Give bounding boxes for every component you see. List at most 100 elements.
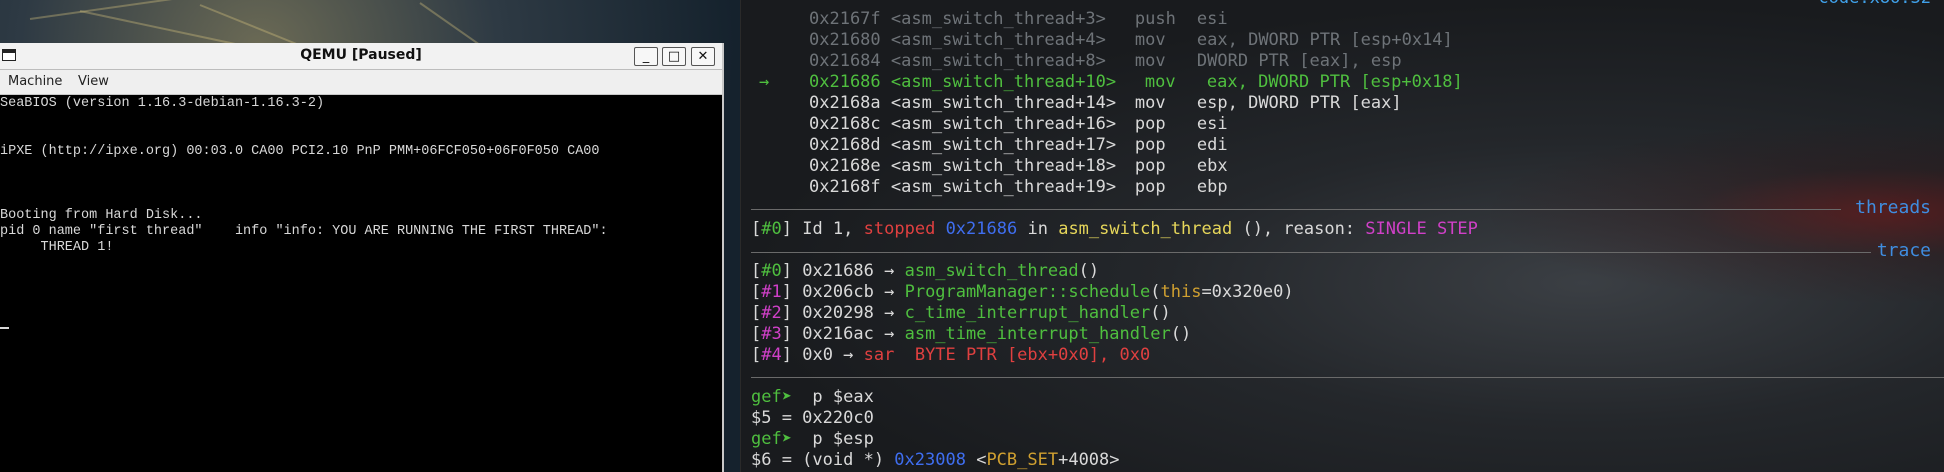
frame-args-close: ) xyxy=(1180,324,1192,344)
frame-addr: 0x206cb xyxy=(802,282,874,302)
frame-args-close: ) xyxy=(1283,282,1294,302)
code-symbol: <asm_switch_thread+14> xyxy=(890,93,1117,113)
thread-id-line: THREAD 1! xyxy=(0,240,114,255)
minimize-button[interactable]: _ xyxy=(634,47,658,66)
frame-index: #0 xyxy=(761,261,782,281)
frame-bracket-close: ] xyxy=(781,345,803,365)
trace-section-label: trace xyxy=(1876,240,1931,261)
frame-args-close: ) xyxy=(1160,303,1171,323)
code-opcode: mov xyxy=(1134,30,1166,50)
frame-bracket-open: [ xyxy=(751,324,762,344)
code-operands: esp, DWORD PTR [eax] xyxy=(1196,93,1402,113)
output-symbol: PCB_SET xyxy=(986,450,1059,470)
trace-divider xyxy=(751,252,1871,253)
frame-args-open: ( xyxy=(1150,282,1161,302)
code-line: 0x2168c <asm_switch_thread+16> pop esi xyxy=(759,114,1228,135)
frame-arrow: → xyxy=(873,261,905,281)
code-operands: eax, DWORD PTR [esp+0x14] xyxy=(1196,30,1453,50)
frame-bracket-open: [ xyxy=(751,303,762,323)
code-line: 0x21684 <asm_switch_thread+8> mov DWORD PT… xyxy=(759,51,1402,72)
qemu-title: QEMU [Paused] xyxy=(300,47,422,63)
frame-args-open: ( xyxy=(1078,261,1089,281)
frame-bracket-close: ] xyxy=(781,282,803,302)
frame-function: asm_switch_thread xyxy=(904,261,1079,281)
vm-display[interactable]: SeaBIOS (version 1.16.3-debian-1.16.3-2)… xyxy=(0,95,720,472)
code-symbol: <asm_switch_thread+16> xyxy=(890,114,1117,134)
trace-frame: [#4] 0x0 → sar BYTE PTR [ebx+0x0], 0x0 xyxy=(751,345,1150,366)
code-symbol: <asm_switch_thread+3> xyxy=(890,9,1106,29)
menu-view[interactable]: View xyxy=(78,74,109,89)
code-symbol: <asm_switch_thread+8> xyxy=(890,51,1106,71)
code-opcode: mov xyxy=(1134,51,1166,71)
code-line: 0x2168a <asm_switch_thread+14> mov esp, DW… xyxy=(759,93,1402,114)
qemu-menubar: Machine View xyxy=(0,70,722,95)
thread-in: in xyxy=(1027,219,1048,239)
frame-bracket-open: [ xyxy=(751,345,762,365)
code-addr: 0x2168d xyxy=(809,135,881,155)
code-line: 0x2168f <asm_switch_thread+19> pop ebp xyxy=(759,177,1228,198)
current-line-arrow: → xyxy=(759,72,770,92)
code-opcode: pop xyxy=(1134,156,1166,176)
frame-index: #2 xyxy=(761,303,782,323)
frame-addr: 0x216ac xyxy=(802,324,874,344)
frame-arrow: → xyxy=(873,303,905,323)
thread-index: #0 xyxy=(761,219,782,239)
code-symbol: <asm_switch_thread+19> xyxy=(890,177,1117,197)
code-addr: 0x21680 xyxy=(809,30,881,50)
ipxe-line: iPXE (http://ipxe.org) 00:03.0 CA00 PCI2… xyxy=(0,144,600,159)
close-button[interactable]: ✕ xyxy=(691,47,715,66)
code-addr: 0x21686 xyxy=(809,72,881,92)
qemu-titlebar[interactable]: QEMU [Paused] _ □ ✕ xyxy=(0,43,722,70)
frame-args-open: ( xyxy=(1170,324,1181,344)
code-operands: eax, DWORD PTR [esp+0x18] xyxy=(1206,72,1463,92)
output-sym-open: < xyxy=(965,450,987,470)
code-symbol: <asm_switch_thread+18> xyxy=(890,156,1117,176)
code-symbol: <asm_switch_thread+17> xyxy=(890,135,1117,155)
code-operands: esi xyxy=(1196,114,1228,134)
output-line-2: $6 = (void *) 0x23008 <PCB_SET+4008> xyxy=(751,450,1120,471)
frame-index: #3 xyxy=(761,324,782,344)
frame-bracket-close: ] xyxy=(781,324,803,344)
frame-index: #4 xyxy=(761,345,782,365)
code-symbol: <asm_switch_thread+4> xyxy=(890,30,1106,50)
code-operands: DWORD PTR [eax], esp xyxy=(1196,51,1402,71)
maximize-button[interactable]: □ xyxy=(662,47,686,66)
boot-line: Booting from Hard Disk... xyxy=(0,208,203,223)
thread-func: asm_switch_thread xyxy=(1058,219,1233,239)
code-opcode: mov xyxy=(1144,72,1176,92)
frame-index: #1 xyxy=(761,282,782,302)
frame-function: c_time_interrupt_handler xyxy=(904,303,1151,323)
code-opcode: push xyxy=(1134,9,1176,29)
code-opcode: pop xyxy=(1134,114,1166,134)
frame-bracket-open: [ xyxy=(751,261,762,281)
trace-frame: [#0] 0x21686 → asm_switch_thread() xyxy=(751,261,1099,282)
frame-addr: 0x0 xyxy=(802,345,833,365)
frame-arg-name: this xyxy=(1160,282,1202,302)
threads-section-label: threads xyxy=(1855,197,1931,218)
code-line: 0x2168d <asm_switch_thread+17> pop edi xyxy=(759,135,1228,156)
gef-prompt: gef➤ xyxy=(751,429,792,449)
thread-reason: SINGLE STEP xyxy=(1365,219,1478,239)
frame-arrow: → xyxy=(832,345,864,365)
frame-function: ProgramManager::schedule xyxy=(904,282,1151,302)
cmd-line-1: gef➤ p $eax xyxy=(751,387,874,408)
trace-frame: [#3] 0x216ac → asm_time_interrupt_handle… xyxy=(751,324,1191,345)
code-line: 0x2168e <asm_switch_thread+18> pop ebx xyxy=(759,156,1228,177)
bios-line: SeaBIOS (version 1.16.3-debian-1.16.3-2) xyxy=(0,96,325,111)
code-operands: ebp xyxy=(1196,177,1228,197)
code-line: → 0x21686 <asm_switch_thread+10> mov eax, D… xyxy=(759,72,1463,93)
output-prefix: $6 = (void *) xyxy=(751,450,895,470)
thread-info-line: pid 0 name "first thread" info "info: YO… xyxy=(0,224,608,239)
code-operands: ebx xyxy=(1196,156,1228,176)
menu-machine[interactable]: Machine xyxy=(8,74,62,89)
code-symbol: <asm_switch_thread+10> xyxy=(890,72,1117,92)
code-addr: 0x2168a xyxy=(809,93,881,113)
trace-frame: [#2] 0x20298 → c_time_interrupt_handler(… xyxy=(751,303,1171,324)
output-sym-rest: +4008> xyxy=(1058,450,1120,470)
gdb-terminal[interactable]: code:x86:32 0x2167f <asm_switch_thread+3… xyxy=(740,0,1944,472)
frame-function: sar BYTE PTR [ebx+0x0], 0x0 xyxy=(863,345,1151,365)
frame-arrow: → xyxy=(873,324,905,344)
code-opcode: mov xyxy=(1134,93,1166,113)
text-cursor xyxy=(0,327,9,329)
frame-arg-value: =0x320e0 xyxy=(1201,282,1284,302)
